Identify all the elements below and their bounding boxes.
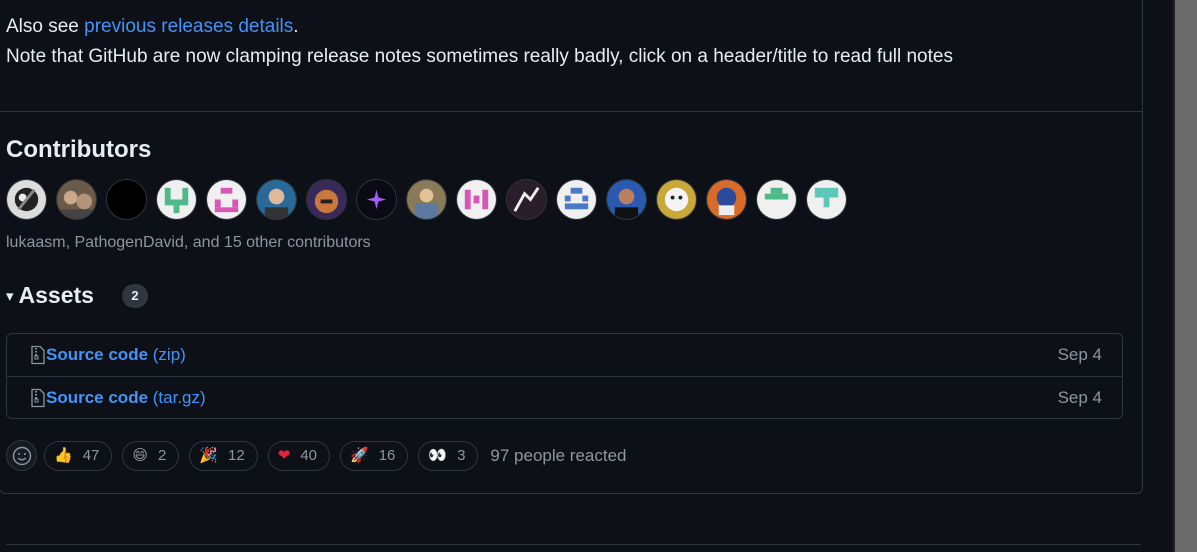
- reaction-count: 12: [228, 447, 245, 464]
- reaction-eyes[interactable]: 👀 3: [418, 440, 479, 471]
- reaction-hooray[interactable]: 🎉 12: [189, 440, 258, 471]
- source-code-targz-link[interactable]: Source code (tar.gz): [46, 388, 206, 408]
- section-divider: [0, 111, 1143, 112]
- avatar[interactable]: [806, 179, 847, 220]
- avatar[interactable]: [656, 179, 697, 220]
- avatar[interactable]: [106, 179, 147, 220]
- reaction-thumbs-up[interactable]: 👍 47: [44, 440, 113, 471]
- party-popper-icon: 🎉: [199, 447, 219, 464]
- asset-ext: (zip): [148, 345, 186, 364]
- reaction-laugh[interactable]: 😄 2: [122, 440, 180, 471]
- contributor-avatars: [6, 179, 847, 220]
- reactions-bar: 👍 47 😄 2 🎉 12 ❤ 40 🚀 16 👀 3 97 people reacted: [6, 440, 627, 471]
- avatar[interactable]: [356, 179, 397, 220]
- reaction-count: 47: [82, 447, 100, 464]
- previous-releases-link[interactable]: previous releases details: [84, 16, 293, 37]
- avatar[interactable]: [556, 179, 597, 220]
- source-code-zip-link[interactable]: Source code (zip): [46, 345, 186, 365]
- contributors-summary: lukaasm, PathogenDavid, and 15 other con…: [6, 234, 371, 251]
- laugh-icon: 😄: [132, 447, 149, 464]
- asset-ext: (tar.gz): [148, 388, 206, 407]
- rocket-icon: 🚀: [350, 447, 369, 464]
- avatar[interactable]: [6, 179, 47, 220]
- notes-line-1: Also see previous releases details.: [6, 16, 299, 38]
- avatar[interactable]: [406, 179, 447, 220]
- avatar[interactable]: [256, 179, 297, 220]
- asset-name: Source code: [46, 388, 149, 407]
- assets-count-badge: 2: [121, 283, 148, 308]
- reaction-count: 2: [158, 447, 167, 464]
- reaction-count: 40: [300, 447, 317, 464]
- assets-title: Assets: [18, 282, 94, 308]
- avatar[interactable]: [756, 179, 797, 220]
- add-reaction-button[interactable]: [6, 440, 37, 471]
- file-zip-icon: [29, 388, 46, 408]
- release-card: Also see previous releases details. Note…: [0, 0, 1143, 494]
- avatar[interactable]: [206, 179, 247, 220]
- reaction-heart[interactable]: ❤ 40: [267, 440, 330, 471]
- reaction-count: 3: [457, 447, 466, 464]
- file-zip-icon: [29, 345, 46, 365]
- reactions-summary: 97 people reacted: [490, 445, 627, 465]
- avatar[interactable]: [306, 179, 347, 220]
- notes-period: .: [293, 16, 299, 37]
- avatar[interactable]: [56, 179, 97, 220]
- asset-date: Sep 4: [1057, 345, 1102, 364]
- asset-date: Sep 4: [1057, 388, 1102, 407]
- asset-row: Source code (zip) Sep 4: [7, 334, 1122, 376]
- avatar[interactable]: [606, 179, 647, 220]
- thumbs-up-icon: 👍: [54, 447, 73, 464]
- avatar[interactable]: [706, 179, 747, 220]
- reaction-count: 16: [378, 447, 396, 464]
- avatar[interactable]: [506, 179, 547, 220]
- next-release-divider: [6, 544, 1141, 545]
- smiley-icon: [12, 446, 31, 465]
- heart-icon: ❤: [277, 447, 291, 464]
- avatar[interactable]: [156, 179, 197, 220]
- caret-down-icon: ▾: [6, 287, 14, 305]
- asset-name: Source code: [46, 345, 149, 364]
- reaction-rocket[interactable]: 🚀 16: [340, 440, 409, 471]
- notes-text: Also see: [6, 16, 85, 37]
- notes-line-2: Note that GitHub are now clamping releas…: [6, 46, 953, 67]
- contributors-title: Contributors: [6, 136, 152, 163]
- asset-row: Source code (tar.gz) Sep 4: [7, 376, 1122, 419]
- assets-list: Source code (zip) Sep 4 Source code (tar…: [6, 333, 1123, 419]
- assets-header[interactable]: ▾ Assets 2: [6, 282, 148, 309]
- eyes-icon: 👀: [428, 447, 448, 464]
- scrollbar-thumb[interactable]: [1175, 0, 1197, 552]
- avatar[interactable]: [456, 179, 497, 220]
